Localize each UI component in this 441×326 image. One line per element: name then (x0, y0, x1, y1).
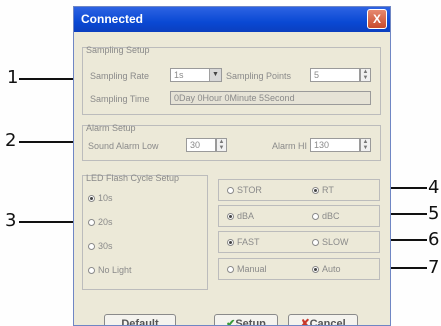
sampling-time-field: 0Day 0Hour 0Minute 5Second (170, 91, 371, 105)
callout-7: 7 (428, 257, 440, 278)
radio-icon (88, 219, 95, 226)
radio-selected-icon (88, 195, 95, 202)
callout-3: 3 (5, 210, 17, 231)
led-radio-10s[interactable]: 10s (88, 193, 113, 203)
radio-selected-icon (227, 213, 234, 220)
setup-button[interactable]: ✔Setup (214, 314, 278, 326)
callout-5: 5 (428, 203, 440, 224)
sampling-time-label: Sampling Time (90, 94, 150, 104)
radio-icon (227, 266, 234, 273)
sound-alarm-low-label: Sound Alarm Low (88, 141, 159, 151)
default-button[interactable]: Default (104, 314, 176, 325)
radio-rt[interactable]: RT (312, 185, 334, 195)
title-bar[interactable]: Connected X (74, 7, 390, 32)
radio-stor[interactable]: STOR (227, 185, 262, 195)
led-flash-label: LED Flash Cycle Setup (86, 173, 180, 183)
led-radio-20s[interactable]: 20s (88, 217, 113, 227)
alarm-hi-field[interactable]: 130 (310, 138, 360, 152)
connected-dialog: Connected X Sampling Setup Sampling Rate… (73, 6, 391, 326)
sampling-points-label: Sampling Points (226, 71, 292, 81)
callout-2: 2 (5, 130, 17, 151)
led-radio-no-light[interactable]: No Light (88, 265, 132, 275)
chevron-down-icon[interactable]: ▼ (209, 69, 221, 81)
cancel-button[interactable]: ✘Cancel (288, 314, 358, 326)
sampling-points-stepper[interactable]: ▲ ▼ (360, 68, 371, 82)
window-title: Connected (81, 12, 144, 26)
callout-1: 1 (7, 67, 19, 88)
sound-alarm-low-field[interactable]: 30 (186, 138, 216, 152)
close-icon: X (372, 12, 381, 26)
sampling-rate-select[interactable]: 1s ▼ (170, 68, 222, 82)
callout-3-line (19, 221, 79, 223)
radio-slow[interactable]: SLOW (312, 237, 349, 247)
radio-icon (312, 213, 319, 220)
alarm-setup-label: Alarm Setup (86, 123, 136, 133)
radio-selected-icon (312, 187, 319, 194)
callout-4: 4 (428, 177, 440, 198)
callout-6: 6 (428, 229, 440, 250)
cancel-icon: ✘ (300, 318, 310, 326)
led-radio-30s[interactable]: 30s (88, 241, 113, 251)
sampling-setup-label: Sampling Setup (86, 45, 150, 55)
sampling-points-field[interactable]: 5 (310, 68, 360, 82)
radio-fast[interactable]: FAST (227, 237, 260, 247)
alarm-hi-stepper[interactable]: ▲ ▼ (360, 138, 371, 152)
check-icon: ✔ (226, 318, 236, 326)
alarm-hi-label: Alarm HI (272, 141, 308, 151)
radio-icon (227, 187, 234, 194)
radio-selected-icon (312, 266, 319, 273)
radio-icon (88, 267, 95, 274)
close-button[interactable]: X (367, 9, 387, 29)
sampling-rate-label: Sampling Rate (90, 71, 150, 81)
alarm-low-stepper[interactable]: ▲ ▼ (216, 138, 227, 152)
radio-auto[interactable]: Auto (312, 264, 341, 274)
radio-selected-icon (227, 239, 234, 246)
radio-dbc[interactable]: dBC (312, 211, 340, 221)
radio-manual[interactable]: Manual (227, 264, 267, 274)
radio-dba[interactable]: dBA (227, 211, 254, 221)
radio-icon (312, 239, 319, 246)
radio-icon (88, 243, 95, 250)
